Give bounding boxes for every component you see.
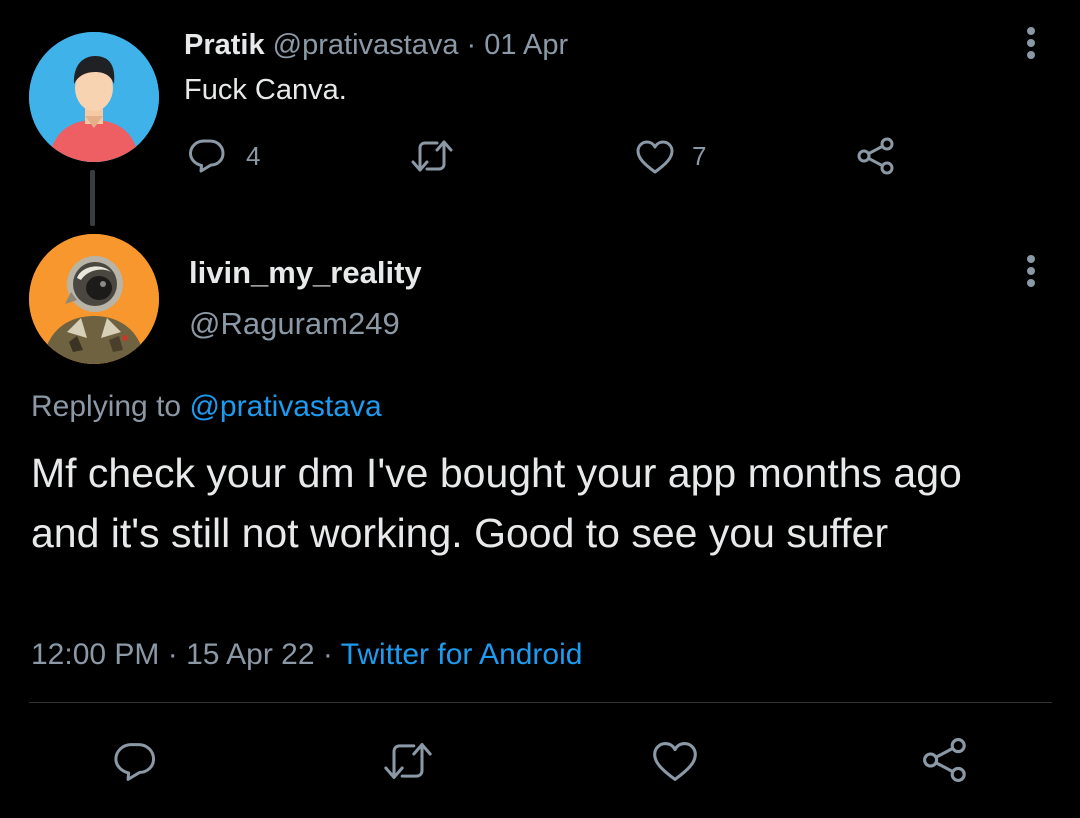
header-separator: · — [466, 29, 477, 61]
more-options-icon[interactable] — [1021, 251, 1041, 291]
astronaut-avatar-icon — [29, 234, 159, 364]
meta-separator: · — [322, 638, 333, 671]
like-icon — [636, 140, 674, 174]
reply-icon — [189, 139, 225, 173]
tweet-source-link[interactable]: Twitter for Android — [341, 638, 583, 671]
reply-reply-button[interactable] — [111, 740, 159, 784]
person-avatar-icon — [29, 32, 159, 162]
replying-to-line: Replying to @prativastava — [31, 387, 382, 427]
share-icon — [923, 738, 966, 782]
reply-like-button[interactable] — [651, 740, 699, 783]
reply-author-name[interactable]: livin_my_reality — [189, 253, 422, 293]
reply-author-handle[interactable]: @Raguram249 — [189, 304, 400, 344]
tweet-metadata: 12:00 PM · 15 Apr 22 · Twitter for Andro… — [31, 635, 582, 675]
parent-author-handle[interactable]: @prativastava — [273, 29, 459, 61]
meta-separator: · — [167, 638, 178, 671]
parent-retweet-button[interactable] — [410, 138, 454, 174]
retweet-icon — [384, 743, 432, 779]
parent-avatar[interactable] — [29, 32, 159, 162]
parent-tweet-text: Fuck Canva. — [184, 74, 347, 106]
parent-share-button[interactable] — [856, 137, 896, 175]
reply-avatar[interactable] — [29, 234, 159, 364]
retweet-icon — [411, 140, 453, 172]
tweet-date: 15 Apr 22 — [186, 638, 315, 671]
replying-to-label: Replying to — [31, 390, 182, 423]
tweet-time: 12:00 PM — [31, 638, 160, 671]
reply-share-button[interactable] — [921, 737, 969, 783]
more-options-icon[interactable] — [1021, 23, 1041, 63]
parent-tweet-header: Pratik @prativastava · 01 Apr — [184, 26, 568, 64]
thread-connector-line — [90, 170, 95, 226]
parent-like-button[interactable] — [635, 139, 675, 175]
reply-retweet-button[interactable] — [382, 740, 434, 782]
divider — [29, 702, 1052, 703]
replying-to-mention[interactable]: @prativastava — [189, 390, 381, 423]
parent-author-name[interactable]: Pratik — [184, 29, 265, 61]
parent-like-count: 7 — [692, 141, 707, 171]
like-icon — [653, 742, 697, 781]
parent-reply-button[interactable] — [187, 137, 227, 175]
parent-tweet-date[interactable]: 01 Apr — [484, 29, 568, 61]
parent-reply-count: 4 — [246, 141, 261, 171]
share-icon — [857, 137, 894, 175]
reply-icon — [114, 743, 156, 781]
reply-tweet-text: Mf check your dm I've bought your app mo… — [31, 450, 962, 556]
